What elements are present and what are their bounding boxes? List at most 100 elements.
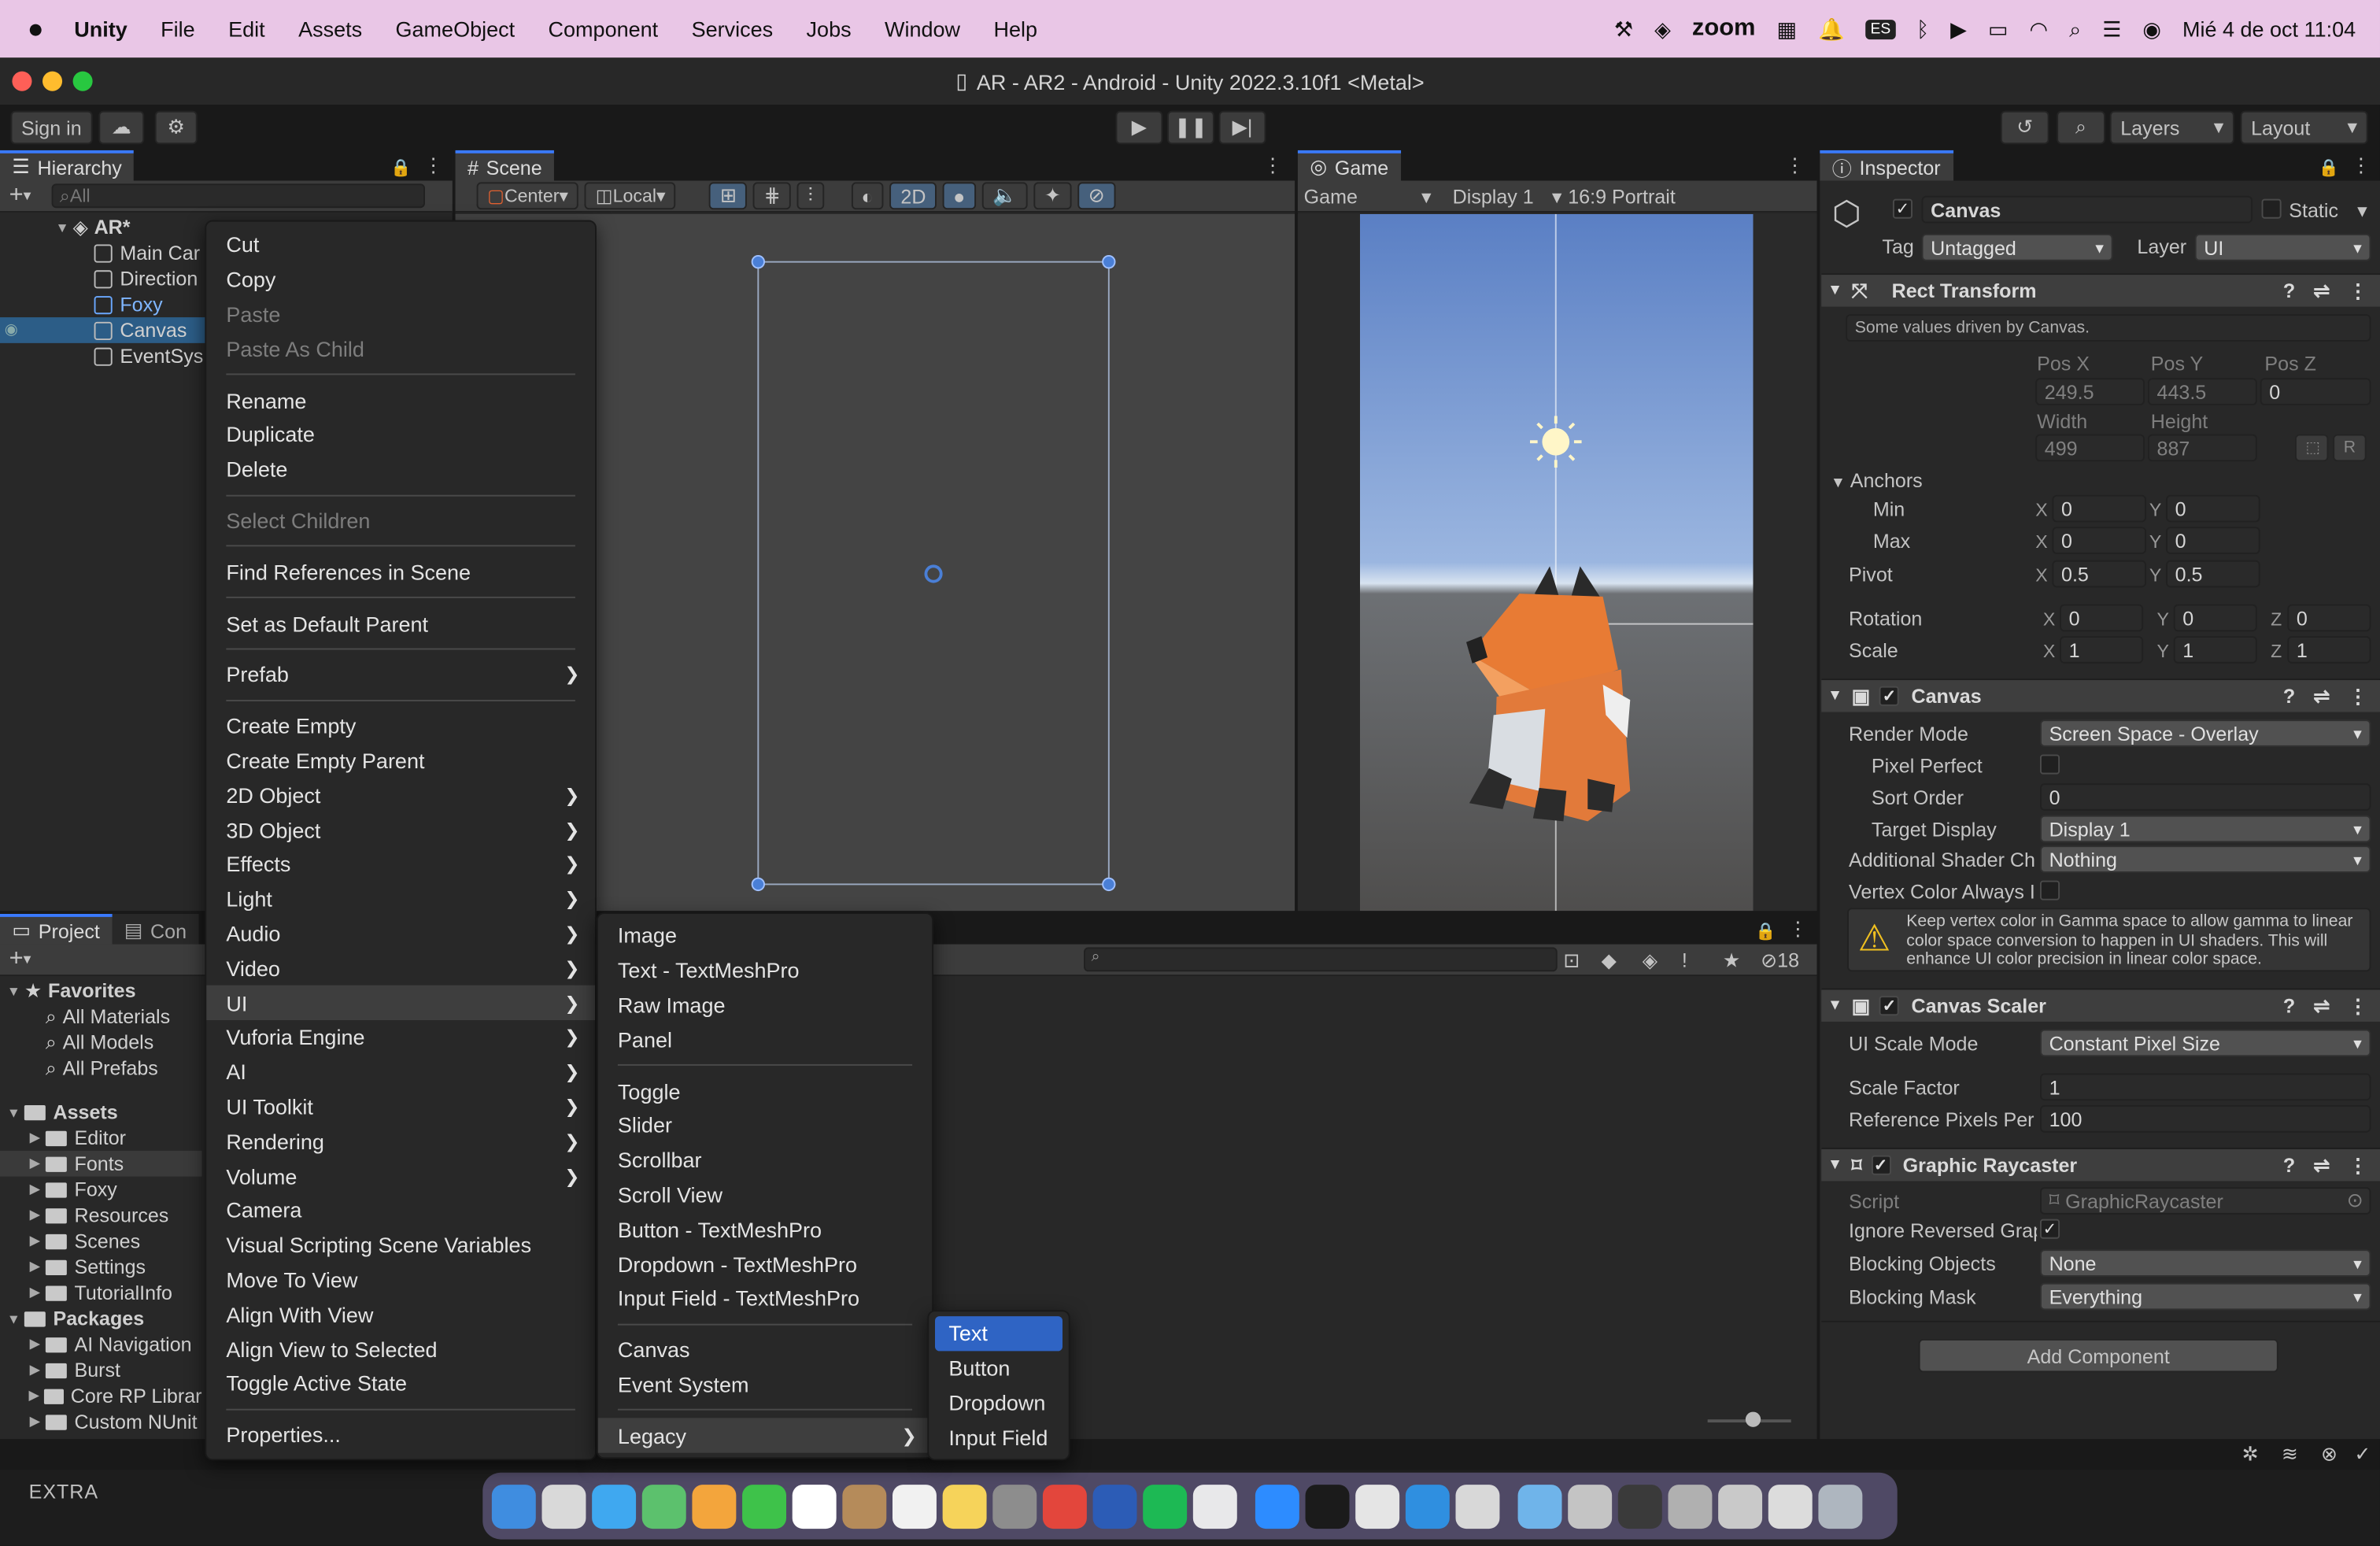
menu-item-toggle[interactable]: Toggle — [598, 1074, 932, 1108]
chrome-icon[interactable] — [1042, 1484, 1087, 1529]
help-icon[interactable]: ? — [2283, 685, 2295, 708]
unity-hub-icon[interactable] — [1355, 1484, 1400, 1529]
favorites-row[interactable]: ▼ ★ Favorites — [0, 978, 201, 1004]
window-preview-icon[interactable] — [1768, 1484, 1813, 1529]
menu-item-find-references-in-scene[interactable]: Find References in Scene — [206, 555, 595, 590]
menu-item-button-textmeshpro[interactable]: Button - TextMeshPro — [598, 1212, 932, 1247]
kebab-menu-icon[interactable]: ⋮ — [2351, 153, 2371, 178]
menu-item-2d-object[interactable]: 2D Object ❯ — [206, 778, 595, 812]
tag-dropdown[interactable]: Untagged — [1921, 233, 2113, 261]
window-preview-icon[interactable] — [1668, 1484, 1713, 1529]
kebab-menu-icon[interactable]: ⋮ — [2348, 279, 2367, 303]
filter-label-icon[interactable]: ◈ — [1643, 949, 1658, 973]
menu-item-light[interactable]: Light ❯ — [206, 882, 595, 916]
ignore-reversed-checkbox[interactable]: ✓ — [2039, 1219, 2060, 1239]
trash-icon[interactable] — [1818, 1484, 1863, 1529]
visibility-eye-icon[interactable]: ◉ — [5, 322, 18, 338]
play-button[interactable]: ▶ — [1115, 110, 1163, 145]
dropdown-arrow-icon[interactable]: ▾ — [24, 951, 31, 967]
menu-item-button[interactable]: Button — [929, 1351, 1068, 1385]
tab-project[interactable]: ▭ Project — [0, 913, 113, 945]
tab-console[interactable]: ▤ Con — [112, 913, 199, 945]
project-tree-item[interactable]: ⌕ All Models — [0, 1030, 201, 1056]
menu-item-input-field[interactable]: Input Field — [929, 1420, 1068, 1455]
menu-item-copy[interactable]: Copy — [206, 262, 595, 297]
bluetooth-icon[interactable]: ᛒ — [1916, 17, 1929, 41]
app-menu[interactable]: Unity — [74, 17, 127, 41]
menu-item-audio[interactable]: Audio ❯ — [206, 916, 595, 951]
menu-item-ui[interactable]: UI ❯ — [206, 985, 595, 1020]
kebab-menu-icon[interactable]: ⋮ — [1788, 917, 1808, 941]
menu-item-slider[interactable]: Slider — [598, 1108, 932, 1143]
kebab-menu-icon[interactable]: ⋮ — [2348, 993, 2367, 1018]
menu-item-ui-toolkit[interactable]: UI Toolkit ❯ — [206, 1089, 595, 1124]
rotation-lx-field[interactable]: 0 — [2060, 604, 2144, 632]
visibility-toggle[interactable]: ⊘ — [1077, 182, 1116, 210]
expand-arrow-icon[interactable]: ▶ — [24, 1156, 46, 1172]
preset-icon[interactable]: ⇌ — [2313, 684, 2330, 708]
canvas-enabled-checkbox[interactable]: ✓ — [1879, 686, 1900, 706]
width-field[interactable]: 499 — [2035, 434, 2145, 462]
menubar-item-services[interactable]: Services — [692, 17, 774, 41]
tab-inspector[interactable]: ⓘ Inspector — [1820, 150, 1953, 181]
window-preview-icon[interactable] — [1718, 1484, 1763, 1529]
menu-item-event-system[interactable]: Event System — [598, 1367, 932, 1402]
space-dropdown[interactable]: ◫ Local ▾ — [585, 182, 677, 210]
tab-hierarchy[interactable]: ☰ Hierarchy — [0, 150, 135, 181]
menu-item-align-with-view[interactable]: Align With View — [206, 1297, 595, 1332]
packages-row[interactable]: ▼ Packages — [0, 1306, 201, 1332]
posz-field[interactable]: 0 — [2260, 378, 2371, 405]
game-view[interactable] — [1297, 213, 1817, 912]
menu-item-align-view-to-selected[interactable]: Align View to Selected — [206, 1332, 595, 1367]
zoom-label[interactable]: zoom — [1692, 15, 1756, 43]
sign-in-button[interactable]: Sign in — [10, 110, 93, 145]
menubar-item-assets[interactable]: Assets — [298, 17, 362, 41]
zoom-slider-handle[interactable] — [1745, 1411, 1761, 1427]
notes-icon[interactable] — [942, 1484, 987, 1529]
expand-arrow-icon[interactable]: ▶ — [24, 1207, 46, 1223]
menubar-item-gameobject[interactable]: GameObject — [396, 17, 516, 41]
expand-arrow-icon[interactable]: ▶ — [24, 1388, 44, 1404]
finder-icon[interactable] — [491, 1484, 536, 1529]
object-picker-icon[interactable]: ⊙ — [2347, 1189, 2363, 1213]
pivot-dropdown[interactable]: ▢ Center ▾ — [476, 182, 579, 210]
add-icon[interactable]: + — [9, 182, 24, 209]
lighting-toggle[interactable]: ● — [942, 182, 976, 210]
menu-item-input-field-textmeshpro[interactable]: Input Field - TextMeshPro — [598, 1282, 932, 1316]
scale-lz-field[interactable]: 1 — [2287, 636, 2371, 664]
apple-icon[interactable]: ● — [28, 13, 44, 44]
menu-item-duplicate[interactable]: Duplicate — [206, 417, 595, 452]
close-window-button[interactable] — [12, 71, 32, 91]
vscode-icon[interactable] — [1405, 1484, 1450, 1529]
canvas-scaler-enabled-checkbox[interactable]: ✓ — [1879, 996, 1900, 1016]
blocking-mask-dropdown[interactable]: Everything — [2039, 1282, 2371, 1311]
project-tree-item[interactable]: ⌕ All Prefabs — [0, 1055, 201, 1081]
graphic-raycaster-header[interactable]: ▼ ⌑ ✓ Graphic Raycaster ? ⇌ ⋮ — [1821, 1147, 2380, 1182]
render-mode-dropdown[interactable]: Screen Space - Overlay — [2039, 719, 2371, 747]
shader-channels-dropdown[interactable]: Nothing — [2039, 845, 2371, 873]
minimize-window-button[interactable] — [42, 71, 63, 91]
debug-icon[interactable]: ✲ — [2242, 1442, 2259, 1466]
add-component-button[interactable]: Add Component — [1918, 1338, 2278, 1373]
menu-item-text[interactable]: Text — [934, 1316, 1062, 1352]
menu-item-volume[interactable]: Volume ❯ — [206, 1159, 595, 1193]
display-dropdown[interactable]: Display 1 ▾ — [1437, 184, 1565, 207]
rect-handle[interactable] — [1102, 877, 1116, 892]
pivot-handle[interactable] — [924, 564, 943, 583]
posy-field[interactable]: 443.5 — [2147, 378, 2257, 405]
spotify-icon[interactable] — [1143, 1484, 1188, 1529]
expand-arrow-icon[interactable]: ▶ — [24, 1413, 46, 1429]
menu-item-create-empty-parent[interactable]: Create Empty Parent — [206, 743, 595, 778]
canvas-component-header[interactable]: ▼ ▣ ✓ Canvas ? ⇌ ⋮ — [1821, 679, 2380, 712]
collapse-arrow-icon[interactable]: ▼ — [52, 220, 73, 235]
raw-edit-button[interactable]: R — [2333, 434, 2367, 462]
kebab-menu-icon[interactable]: ⋮ — [1263, 153, 1283, 178]
collab-button[interactable]: ⚙ — [154, 110, 198, 145]
kebab-menu-icon[interactable]: ⋮ — [423, 153, 443, 178]
project-tree-item[interactable]: ▶ Settings — [0, 1254, 201, 1280]
blocking-objects-dropdown[interactable]: None — [2039, 1249, 2371, 1277]
add-icon[interactable]: + — [9, 945, 24, 973]
lock-icon[interactable]: 🔒 — [390, 158, 411, 177]
min-lx-field[interactable]: 0 — [2052, 494, 2146, 523]
project-tree-item[interactable]: ▶ Burst — [0, 1357, 201, 1383]
